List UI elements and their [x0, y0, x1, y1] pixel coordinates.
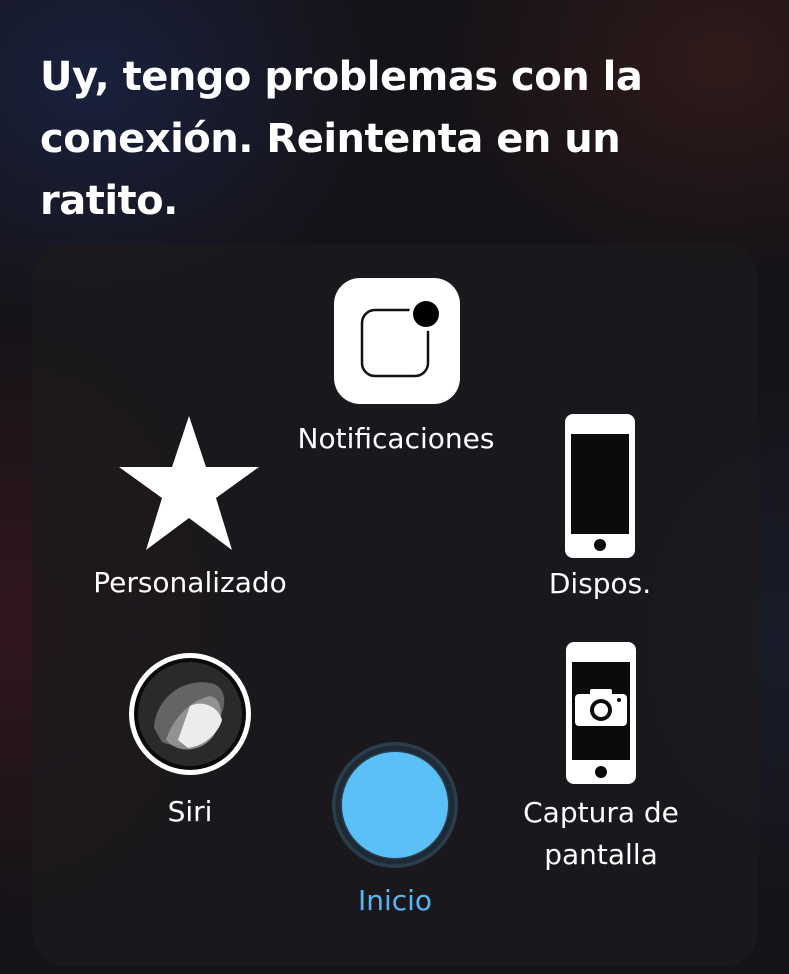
siri-label: Siri — [167, 795, 213, 828]
notification-icon — [334, 278, 460, 404]
home-button-icon — [332, 742, 458, 868]
star-icon — [119, 416, 259, 550]
siri-button[interactable]: Siri — [100, 650, 280, 832]
iphone-icon — [565, 414, 635, 558]
custom-button[interactable]: Personalizado — [50, 412, 330, 612]
home-button[interactable]: Inicio — [310, 740, 480, 922]
screenshot-label: Captura de pantalla — [523, 796, 679, 871]
device-label: Dispos. — [548, 567, 652, 600]
custom-label: Personalizado — [93, 566, 287, 599]
screenshot-button[interactable]: Captura de pantalla — [490, 642, 712, 872]
siri-response-text: Uy, tengo problemas con la conexión. Rei… — [40, 54, 643, 224]
device-button[interactable]: Dispos. — [500, 412, 700, 612]
siri-icon — [129, 653, 251, 775]
home-label: Inicio — [357, 884, 433, 917]
camera-iphone-icon — [566, 642, 636, 784]
